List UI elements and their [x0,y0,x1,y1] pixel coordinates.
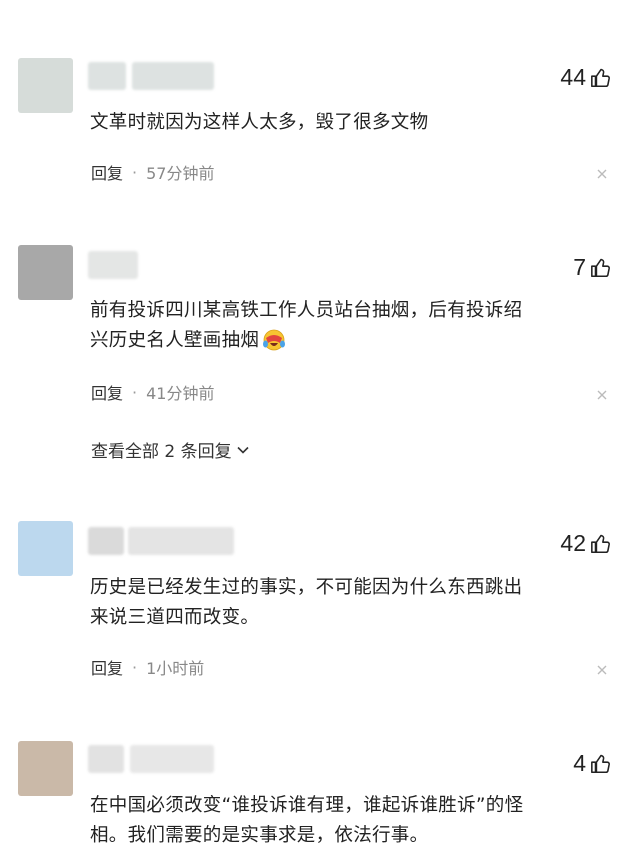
timestamp: 57分钟前 [146,164,215,183]
blurred-username [132,62,214,90]
chevron-down-icon [237,446,249,454]
like-count: 44 [560,64,586,90]
like-button[interactable]: 4 [573,750,612,777]
reply-button[interactable]: 回复 [91,655,123,679]
comment-text: 前有投诉四川某高铁工作人员站台抽烟，后有投诉绍 兴历史名人壁画抽烟 [90,300,523,351]
thumbs-up-icon [591,68,610,87]
close-icon[interactable] [596,664,608,676]
separator: · [132,382,138,402]
comment-text: 文革时就因为这样人太多，毁了很多文物 [90,112,429,133]
reply-button[interactable]: 回复 [91,160,123,184]
blurred-username[interactable] [88,62,126,90]
avatar[interactable] [18,521,73,576]
thumbs-up-icon [591,534,610,553]
like-count: 4 [573,750,586,776]
avatar[interactable] [18,245,73,300]
comment-text: 在中国必须改变“谁投诉谁有理，谁起诉谁胜诉”的怪 相。我们需要的是实事求是，依法… [90,795,524,846]
separator: · [132,657,138,677]
like-button[interactable]: 44 [560,64,612,91]
comment-meta: 回复 · 41分钟前 [91,380,214,404]
view-replies-label: 查看全部 2 条回复 [91,442,232,462]
laughing-crying-emoji-icon [263,329,286,351]
timestamp: 1小时前 [146,659,205,678]
thumbs-up-icon [591,258,610,277]
blurred-username[interactable] [88,527,124,555]
comment-meta: 回复 · 1小时前 [91,655,204,679]
like-button[interactable]: 7 [573,254,612,281]
comment-text: 历史是已经发生过的事实，不可能因为什么东西跳出 来说三道四而改变。 [90,577,523,628]
like-button[interactable]: 42 [560,530,612,557]
thumbs-up-icon [591,754,610,773]
like-count: 7 [573,254,586,280]
like-count: 42 [560,530,586,556]
timestamp: 41分钟前 [146,384,215,403]
blurred-username [130,745,214,773]
view-all-replies-button[interactable]: 查看全部 2 条回复 [91,437,250,462]
separator: · [132,162,138,182]
close-icon[interactable] [596,168,608,180]
reply-button[interactable]: 回复 [91,380,123,404]
blurred-username[interactable] [88,251,138,279]
avatar[interactable] [18,58,73,113]
avatar[interactable] [18,741,73,796]
blurred-username [128,527,234,555]
blurred-username[interactable] [88,745,124,773]
close-icon[interactable] [596,389,608,401]
comment-meta: 回复 · 57分钟前 [91,160,214,184]
